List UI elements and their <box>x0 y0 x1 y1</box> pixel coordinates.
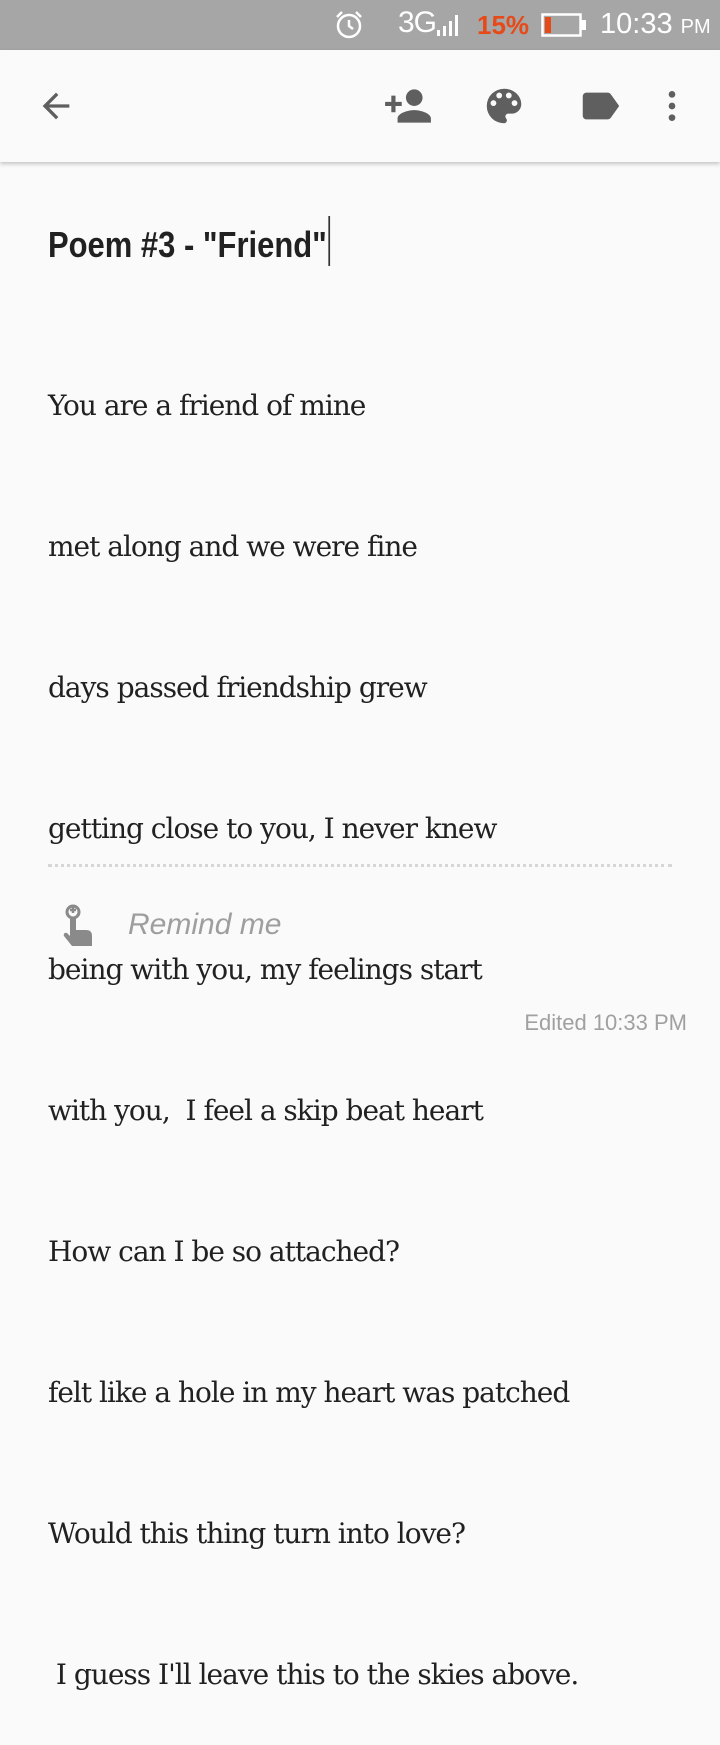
note-line: How can I be so attached? <box>48 1235 400 1268</box>
back-button[interactable] <box>30 80 82 132</box>
clock: 10:33 PM <box>600 8 711 41</box>
more-options-button[interactable] <box>646 80 698 132</box>
note-line: met along and we were fine <box>48 530 418 563</box>
note-line: being with you, my feelings start <box>48 953 483 986</box>
add-collaborator-button[interactable] <box>382 80 434 132</box>
palette-icon <box>486 88 522 124</box>
add-collaborator-icon <box>385 89 431 123</box>
remind-finger-icon <box>63 904 92 946</box>
note-toolbar <box>0 50 720 162</box>
note-line: days passed friendship grew <box>48 671 428 704</box>
note-title-field[interactable]: Poem #3 - "Friend" <box>48 216 331 266</box>
battery-percent: 15% <box>477 10 530 40</box>
clock-ampm: PM <box>680 16 711 38</box>
battery-icon <box>541 13 586 37</box>
color-palette-button[interactable] <box>478 80 530 132</box>
status-bar: 3G 15% 10:33 PM <box>0 0 720 50</box>
more-vert-icon <box>668 91 676 121</box>
signal-icon <box>437 15 458 36</box>
text-cursor <box>328 216 331 266</box>
note-line: felt like a hole in my heart was patched <box>48 1376 570 1409</box>
edited-timestamp: Edited 10:33 PM <box>524 1010 687 1035</box>
note-line: with you, I feel a skip beat heart <box>48 1094 484 1127</box>
note-line: I guess I'll leave this to the skies abo… <box>48 1658 579 1691</box>
back-arrow-icon <box>42 92 70 120</box>
note-line: You are a friend of mine <box>48 389 366 422</box>
note-line: Would this thing turn into love? <box>48 1517 466 1550</box>
alarm-icon <box>336 11 362 39</box>
label-button[interactable] <box>574 80 626 132</box>
label-icon <box>582 92 620 120</box>
network-type: 3G <box>398 6 437 39</box>
remind-me-button[interactable]: Remind me <box>128 908 281 942</box>
note-line: getting close to you, I never knew <box>48 812 497 845</box>
note-title: Poem #3 - "Friend" <box>48 224 327 265</box>
clock-time: 10:33 <box>600 8 673 40</box>
divider <box>48 864 672 867</box>
